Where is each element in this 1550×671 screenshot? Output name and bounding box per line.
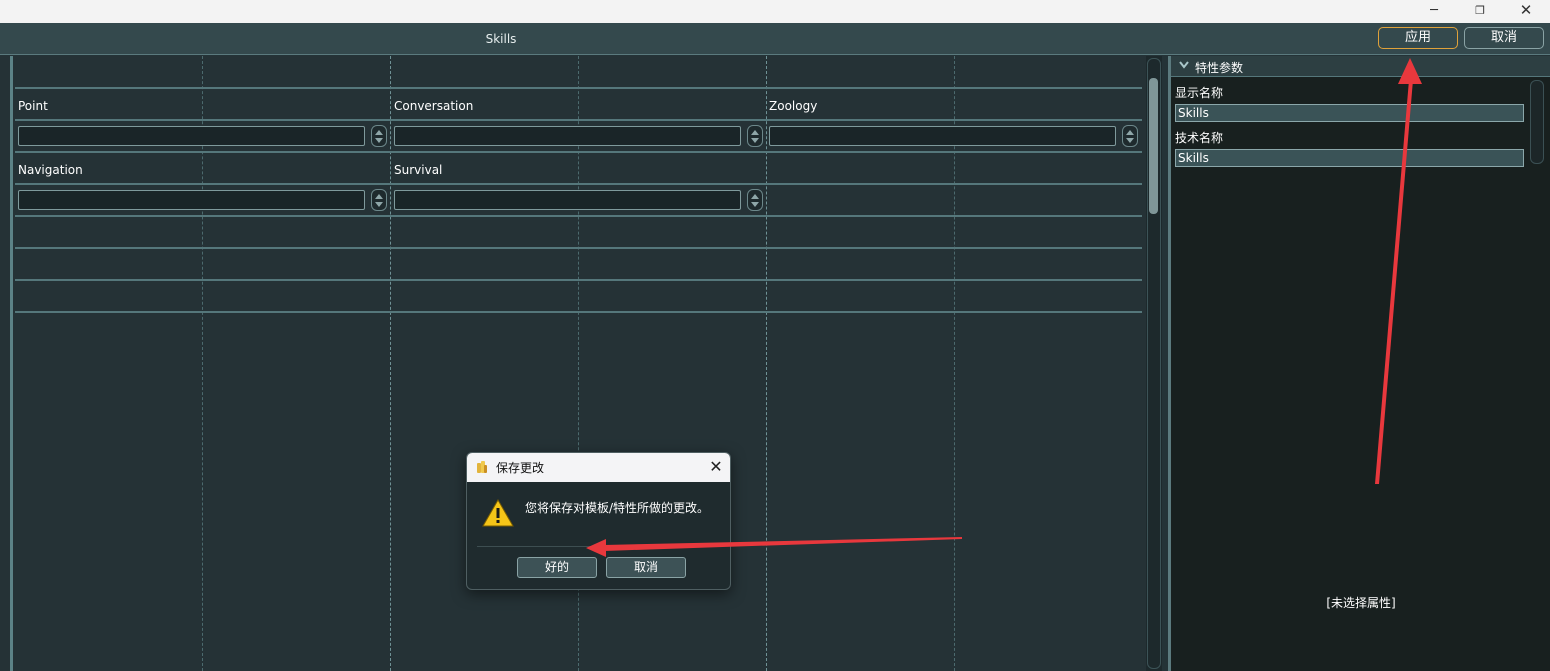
conversation-input[interactable] [394, 126, 741, 146]
spin-up-icon[interactable] [751, 194, 759, 199]
field-label-conversation: Conversation [394, 99, 474, 113]
row-divider [15, 87, 1142, 89]
spin-up-icon[interactable] [375, 194, 383, 199]
os-title-bar: ─ ❐ ✕ [0, 0, 1550, 23]
row-divider [15, 183, 1142, 185]
display-name-label: 显示名称 [1175, 86, 1224, 100]
dialog-cancel-button[interactable]: 取消 [606, 557, 686, 578]
field-label-zoology: Zoology [769, 99, 818, 113]
spin-down-icon[interactable] [375, 202, 383, 207]
warning-icon [482, 499, 514, 527]
chevron-down-icon[interactable] [1179, 60, 1189, 70]
spin-down-icon[interactable] [751, 138, 759, 143]
spin-up-icon[interactable] [1126, 130, 1134, 135]
field-label-point: Point [18, 99, 48, 113]
display-name-input[interactable] [1175, 104, 1524, 122]
grid-guide [954, 56, 955, 671]
field-label-survival: Survival [394, 163, 443, 177]
close-icon[interactable]: ✕ [705, 456, 727, 478]
tech-name-input[interactable] [1175, 149, 1524, 167]
dialog-title: 保存更改 [496, 461, 545, 475]
field-label-navigation: Navigation [18, 163, 83, 177]
page-title: Skills [485, 32, 517, 46]
spin-up-icon[interactable] [375, 130, 383, 135]
row-divider [15, 279, 1142, 281]
zoology-spinner[interactable] [1122, 125, 1138, 147]
canvas-scrollbar[interactable] [1146, 56, 1162, 671]
dialog-separator [477, 546, 722, 547]
properties-scrollbar[interactable] [1530, 80, 1544, 164]
row-divider [15, 247, 1142, 249]
apply-button[interactable]: 应用 [1378, 27, 1458, 49]
row-divider [15, 119, 1142, 121]
properties-header[interactable]: 特性参数 [1171, 56, 1550, 77]
spin-down-icon[interactable] [751, 202, 759, 207]
header-cancel-button[interactable]: 取消 [1464, 27, 1544, 49]
grid-guide [202, 56, 203, 671]
navigation-spinner[interactable] [371, 189, 387, 211]
restore-icon[interactable]: ❐ [1457, 0, 1503, 23]
tech-name-label: 技术名称 [1175, 131, 1224, 145]
grid-guide [390, 56, 391, 671]
properties-panel: 特性参数 显示名称 技术名称 [未选择属性] [1171, 56, 1550, 671]
close-window-icon[interactable]: ✕ [1503, 0, 1549, 23]
spin-up-icon[interactable] [751, 130, 759, 135]
point-spinner[interactable] [371, 125, 387, 147]
survival-input[interactable] [394, 190, 741, 210]
editor-header: Skills 应用 取消 [0, 23, 1550, 55]
dialog-title-bar: 保存更改 ✕ [467, 453, 730, 482]
minimize-icon[interactable]: ─ [1411, 0, 1457, 23]
row-divider [15, 151, 1142, 153]
save-changes-dialog: 保存更改 ✕ 您将保存对模板/特性所做的更改。 好的 取消 [466, 452, 731, 590]
dialog-message: 您将保存对模板/特性所做的更改。 [525, 501, 710, 515]
grid-guide [766, 56, 767, 671]
row-divider [15, 311, 1142, 313]
spin-down-icon[interactable] [375, 138, 383, 143]
canvas-left-border [10, 56, 13, 671]
survival-spinner[interactable] [747, 189, 763, 211]
point-input[interactable] [18, 126, 365, 146]
scrollbar-thumb[interactable] [1149, 78, 1158, 214]
no-property-selected-text: [未选择属性] [1326, 596, 1396, 610]
zoology-input[interactable] [769, 126, 1116, 146]
spin-down-icon[interactable] [1126, 138, 1134, 143]
conversation-spinner[interactable] [747, 125, 763, 147]
app-icon [477, 461, 487, 473]
row-divider [15, 215, 1142, 217]
ok-button[interactable]: 好的 [517, 557, 597, 578]
navigation-input[interactable] [18, 190, 365, 210]
properties-title: 特性参数 [1195, 61, 1244, 75]
